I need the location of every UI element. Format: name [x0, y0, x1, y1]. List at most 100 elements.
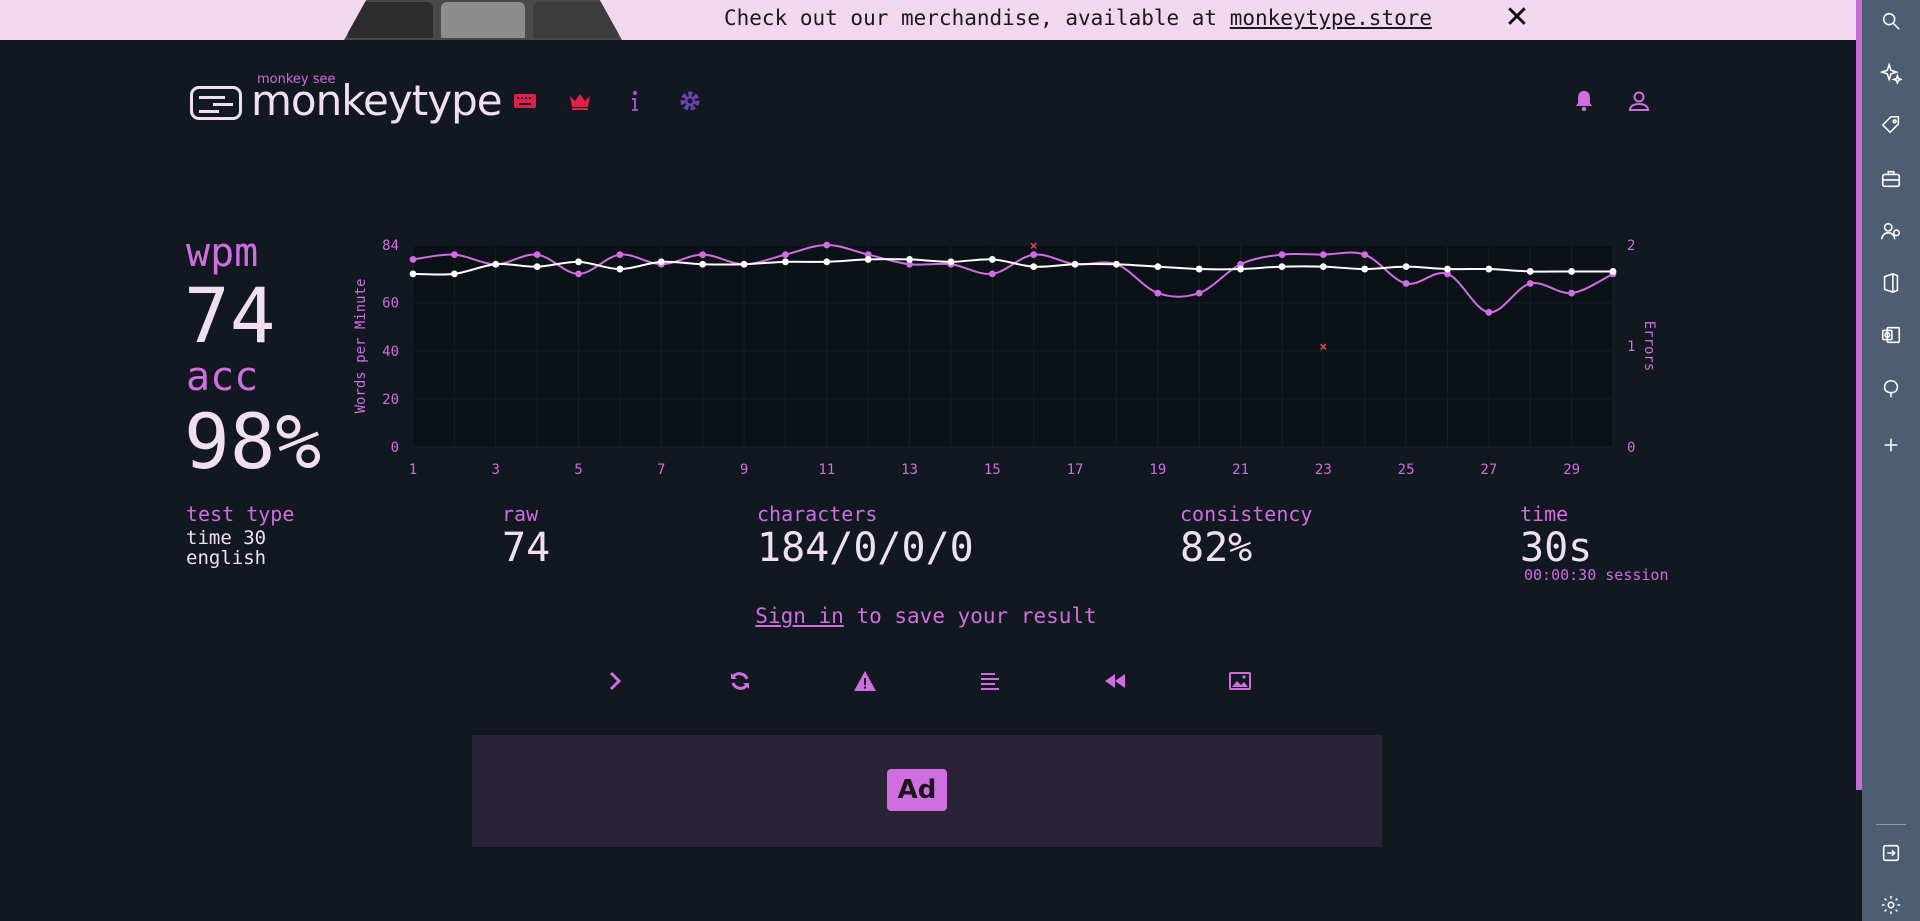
- banner-prefix: Check out our merchandise, available at: [724, 6, 1230, 30]
- test-language: english: [186, 547, 267, 569]
- x-tick-label: 1: [409, 462, 417, 478]
- crown-icon[interactable]: [567, 88, 593, 114]
- search-icon[interactable]: [1876, 6, 1906, 36]
- y-axis-label: Words per Minute: [353, 279, 369, 414]
- y-tick-label: 20: [382, 392, 399, 408]
- acc-label: acc: [186, 354, 259, 400]
- tree-icon[interactable]: [1876, 374, 1906, 404]
- test-type-label: test type: [186, 502, 295, 526]
- x-tick-label: 21: [1232, 462, 1249, 478]
- series-point-1: [1609, 268, 1617, 275]
- report-icon[interactable]: [850, 666, 880, 696]
- series-point-1: [1154, 263, 1162, 271]
- test-type-value: time 30 english: [186, 528, 266, 568]
- tag-icon[interactable]: [1876, 110, 1906, 140]
- series-point-0: [1402, 280, 1410, 287]
- x-tick-label: 25: [1398, 462, 1415, 478]
- x-tick-label: 27: [1480, 462, 1497, 478]
- series-point-0: [575, 270, 582, 278]
- x-tick-label: 23: [1315, 462, 1332, 478]
- series-point-1: [1485, 265, 1493, 273]
- series-point-1: [492, 260, 500, 268]
- merch-shirts-image[interactable]: [344, 0, 622, 40]
- series-point-1: [1113, 260, 1120, 268]
- series-point-1: [409, 270, 417, 278]
- error-marker: ×: [1030, 239, 1038, 254]
- people-icon[interactable]: [1876, 216, 1906, 246]
- series-point-1: [1195, 265, 1203, 273]
- series-point-1: [823, 258, 831, 266]
- briefcase-icon[interactable]: [1876, 164, 1906, 194]
- raw-value: 74: [502, 525, 551, 571]
- series-point-1: [575, 258, 582, 266]
- series-point-1: [1402, 263, 1410, 271]
- y-tick-label: 84: [382, 238, 399, 254]
- series-point-1: [740, 260, 748, 268]
- series-point-1: [1526, 268, 1534, 275]
- series-point-1: [699, 260, 707, 268]
- screenshot-icon[interactable]: [1225, 666, 1255, 696]
- settings-icon[interactable]: [1876, 890, 1906, 920]
- signin-rest: to save your result: [843, 604, 1097, 628]
- series-point-1: [616, 265, 624, 273]
- bell-icon[interactable]: [1571, 88, 1597, 114]
- x-tick-label: 11: [818, 462, 835, 478]
- series-point-0: [533, 251, 541, 259]
- exit-icon[interactable]: [1876, 838, 1906, 868]
- logo-icon[interactable]: [190, 86, 242, 120]
- series-point-1: [906, 256, 913, 263]
- outlook-icon[interactable]: [1876, 320, 1906, 350]
- gear-icon[interactable]: [677, 88, 703, 114]
- info-icon[interactable]: [622, 88, 648, 114]
- series-point-1: [450, 270, 458, 278]
- series-point-1: [533, 263, 541, 271]
- series-point-1: [657, 258, 665, 266]
- x-tick-label: 7: [657, 462, 665, 478]
- series-point-1: [1030, 263, 1038, 271]
- session-time: 00:00:30 session: [1524, 566, 1669, 584]
- y2-tick-label: 0: [1627, 440, 1635, 456]
- series-point-0: [1154, 289, 1162, 297]
- x-tick-label: 19: [1149, 462, 1166, 478]
- signin-prompt: Sign in to save your result: [0, 604, 1852, 628]
- wpm-chart: 0204060840121 3 5 7 9 11 13 15 17 19 21 23 25 27 29Wor…: [353, 238, 1657, 478]
- series-point-0: [1278, 251, 1286, 259]
- banner-text: Check out our merchandise, available at …: [724, 6, 1432, 30]
- series-point-1: [1237, 265, 1244, 273]
- x-tick-label: 29: [1563, 462, 1580, 478]
- series-point-1: [1278, 263, 1286, 271]
- series-point-0: [1195, 289, 1203, 297]
- logo-text[interactable]: monkeytype: [251, 76, 503, 126]
- x-tick-label: 17: [1067, 462, 1084, 478]
- series-point-1: [864, 256, 872, 263]
- series-point-0: [1568, 289, 1576, 297]
- replay-icon[interactable]: [1100, 666, 1130, 696]
- add-icon[interactable]: [1876, 430, 1906, 460]
- keyboard-icon[interactable]: [512, 88, 538, 114]
- y-tick-label: 0: [391, 440, 399, 456]
- next-test-icon[interactable]: [600, 666, 630, 696]
- sparkle-icon[interactable]: [1876, 58, 1906, 88]
- series-point-0: [409, 256, 417, 263]
- series-point-0: [988, 270, 996, 278]
- user-icon[interactable]: [1626, 88, 1652, 114]
- close-icon[interactable]: ✕: [1502, 2, 1532, 34]
- series-point-0: [1361, 251, 1369, 259]
- words-history-icon[interactable]: [975, 666, 1005, 696]
- series-point-1: [1361, 265, 1369, 273]
- ad-badge: Ad: [887, 769, 947, 811]
- series-point-1: [1444, 265, 1451, 273]
- signin-link[interactable]: Sign in: [755, 604, 844, 628]
- restart-icon[interactable]: [725, 666, 755, 696]
- office-icon[interactable]: [1876, 268, 1906, 298]
- series-point-0: [823, 241, 831, 249]
- raw-label: raw: [502, 502, 539, 526]
- y2-tick-label: 2: [1627, 238, 1635, 254]
- series-point-0: [782, 251, 789, 259]
- series-point-0: [1485, 308, 1493, 316]
- y-tick-label: 40: [382, 344, 399, 360]
- store-link[interactable]: monkeytype.store: [1230, 6, 1432, 30]
- acc-value: 98%: [184, 397, 322, 486]
- series-point-1: [988, 256, 996, 263]
- test-mode: time 30: [186, 527, 267, 549]
